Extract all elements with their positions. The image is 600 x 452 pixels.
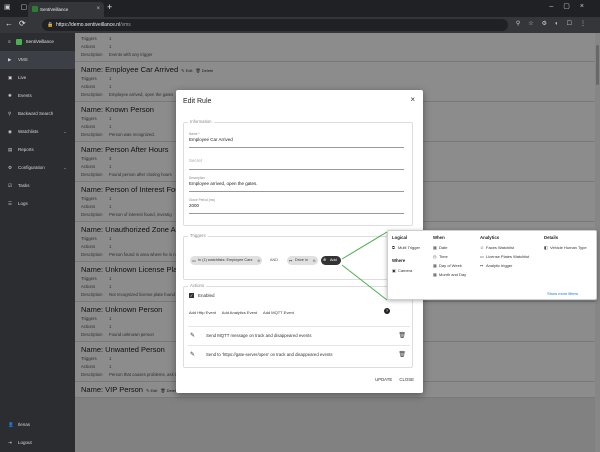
- column-head: Logical: [392, 235, 408, 240]
- column-head: When: [433, 235, 445, 240]
- camera-option[interactable]: ▣ Camera: [392, 266, 420, 275]
- trigger-picker-popover: Logical ⧉ Multi Trigger Where ▣ Camera Whe…: [387, 230, 597, 300]
- multi-trigger-option[interactable]: ⧉ Multi Trigger: [392, 243, 420, 252]
- column-head: Details: [544, 235, 559, 240]
- time-option[interactable]: ◷ Time: [433, 252, 466, 261]
- analytic-trigger-option[interactable]: ↦ Analytic trigger: [480, 261, 529, 270]
- faces-watchlist-option[interactable]: ☺ Faces Watchlist: [480, 243, 529, 252]
- date-option[interactable]: ▦ Date: [433, 243, 466, 252]
- month-and-day-option[interactable]: ▦ Month and Day: [433, 270, 466, 279]
- details-column: Details ◧ Vehicle Human Type: [544, 235, 587, 252]
- license-plates-watchlist-option[interactable]: ▭ License Plates Watchlist: [480, 252, 529, 261]
- when-column: When ▦ Date ◷ Time ▦ Day of Week ▦ Month and…: [433, 235, 466, 279]
- logical-column: Logical ⧉ Multi Trigger Where ▣ Camera: [392, 235, 420, 275]
- analytics-column: Analytics ☺ Faces Watchlist ▭ License Plat…: [480, 235, 529, 270]
- day-of-week-option[interactable]: ▦ Day of Week: [433, 261, 466, 270]
- callout-connector: [341, 231, 388, 301]
- column-head: Analytics: [480, 235, 500, 240]
- vehicle-human-type-option[interactable]: ◧ Vehicle Human Type: [544, 243, 587, 252]
- column-head: Where: [392, 258, 406, 263]
- show-more-filters-link[interactable]: Show more filters: [547, 291, 578, 296]
